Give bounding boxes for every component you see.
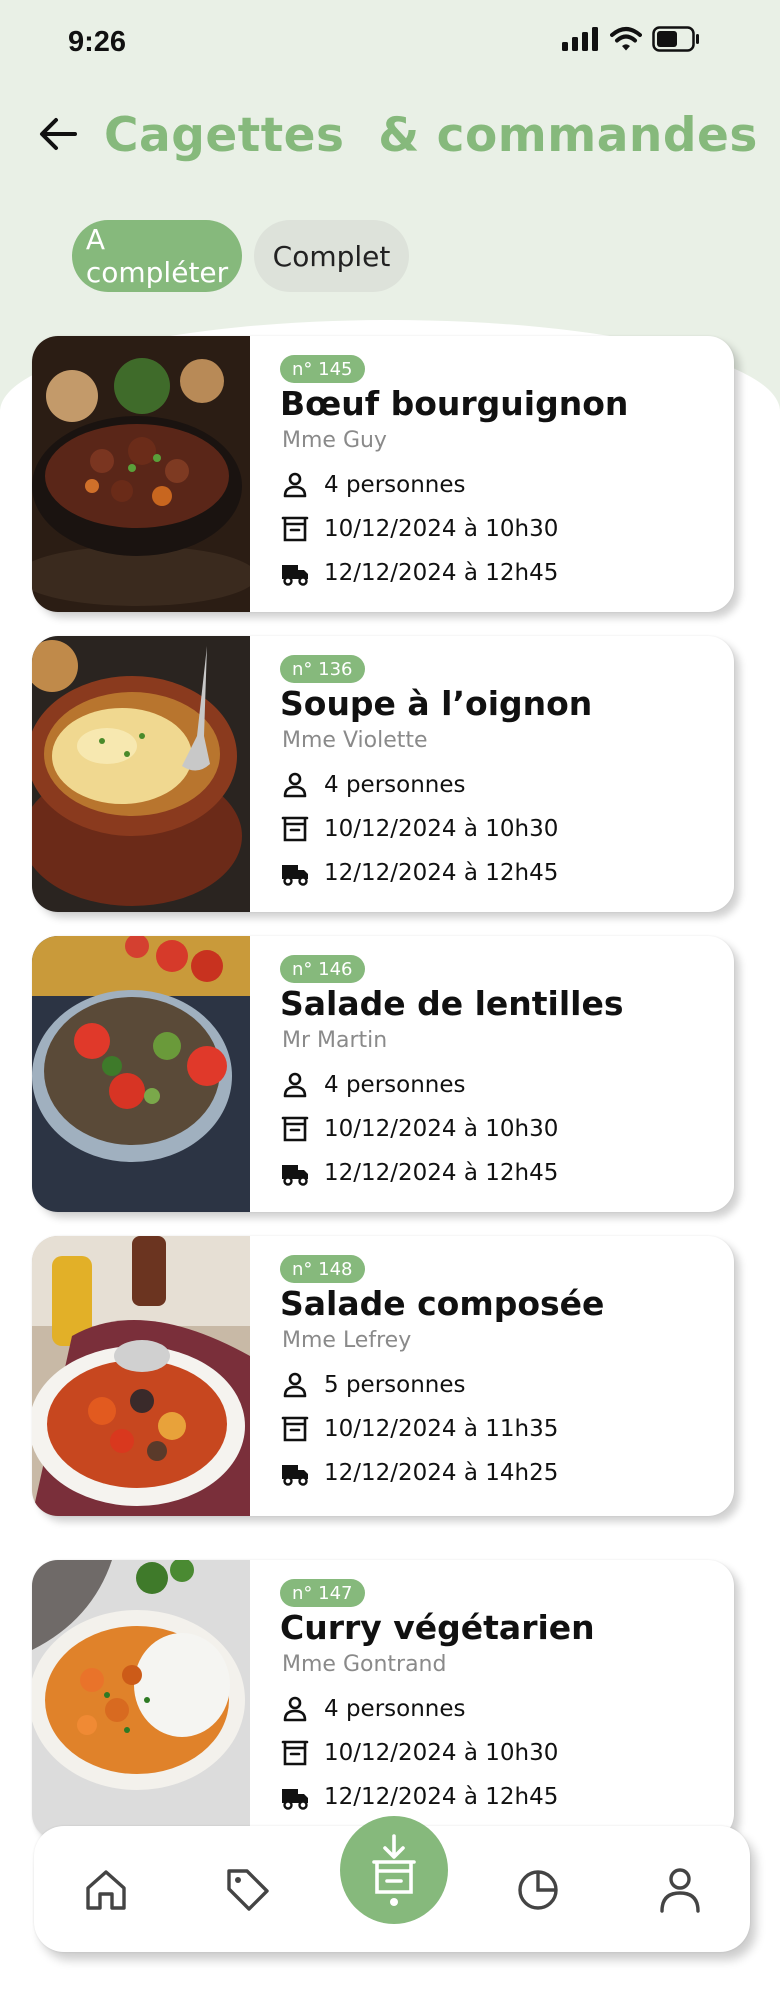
people-count: 4 personnes (324, 1072, 466, 1098)
order-card[interactable]: n° 145 Bœuf bourguignon Mme Guy 4 person… (32, 336, 734, 612)
delivery-row: 12/12/2024 à 12h45 (280, 558, 558, 588)
client-name: Mme Guy (282, 428, 387, 453)
prepared-row: 10/12/2024 à 10h30 (280, 814, 558, 844)
crate-download-icon (372, 1834, 416, 1906)
home-icon (86, 1870, 126, 1910)
order-details: n° 146 Salade de lentilles Mr Martin 4 p… (250, 936, 734, 1212)
curry-image (32, 1560, 250, 1840)
delivery-row: 12/12/2024 à 12h45 (280, 858, 558, 888)
arrow-left-icon (40, 118, 77, 150)
truck-icon (282, 1465, 308, 1486)
truck-icon (282, 565, 308, 586)
client-name: Mme Gontrand (282, 1652, 447, 1677)
battery-icon (652, 26, 699, 52)
nav-tags[interactable] (222, 1864, 274, 1916)
wifi-icon (610, 27, 642, 51)
nav-cagettes[interactable] (340, 1816, 448, 1924)
people-row: 4 personnes (280, 1694, 466, 1724)
order-details: n° 147 Curry végétarien Mme Gontrand 4 p… (250, 1560, 734, 1840)
status-icons (562, 26, 700, 52)
crate-icon (281, 516, 309, 542)
delivery-date: 12/12/2024 à 14h25 (324, 1460, 559, 1486)
crate-icon (281, 1116, 309, 1142)
prepared-date: 10/12/2024 à 10h30 (324, 516, 559, 542)
nav-stats[interactable] (512, 1864, 564, 1916)
crate-icon (281, 1740, 309, 1766)
client-name: Mr Martin (282, 1028, 388, 1053)
filter-tabs: A compléter Complet (72, 220, 409, 292)
dish-name: Bœuf bourguignon (280, 384, 629, 423)
order-number-badge: n° 148 (280, 1255, 365, 1283)
prepared-date: 10/12/2024 à 10h30 (324, 1116, 559, 1142)
person-icon (283, 1696, 307, 1722)
order-card[interactable]: n° 136 Soupe à l’oignon Mme Violette 4 p… (32, 636, 734, 912)
crate-icon (281, 816, 309, 842)
tab-complet[interactable]: Complet (254, 220, 409, 292)
beef-stew-image (32, 336, 250, 612)
dish-name: Soupe à l’oignon (280, 684, 593, 723)
signal-icon (562, 27, 598, 51)
people-row: 5 personnes (280, 1370, 466, 1400)
back-button[interactable] (36, 112, 80, 156)
order-card[interactable]: n° 147 Curry végétarien Mme Gontrand 4 p… (32, 1560, 734, 1840)
page-title: Cagettes & commandes (104, 108, 758, 163)
user-icon (660, 1868, 700, 1913)
delivery-row: 12/12/2024 à 14h25 (280, 1458, 558, 1488)
order-details: n° 136 Soupe à l’oignon Mme Violette 4 p… (250, 636, 734, 912)
people-count: 4 personnes (324, 472, 466, 498)
crate-icon (281, 1416, 309, 1442)
delivery-row: 12/12/2024 à 12h45 (280, 1782, 558, 1812)
client-name: Mme Lefrey (282, 1328, 412, 1353)
order-number-badge: n° 145 (280, 355, 365, 383)
delivery-date: 12/12/2024 à 12h45 (324, 1784, 559, 1810)
mixed-salad-image (32, 1236, 250, 1516)
nav-profile[interactable] (654, 1864, 706, 1916)
status-bar: 9:26 (0, 0, 780, 90)
prepared-row: 10/12/2024 à 11h35 (280, 1414, 558, 1444)
prepared-date: 10/12/2024 à 10h30 (324, 1740, 559, 1766)
bottom-navigation (34, 1816, 750, 1952)
order-card[interactable]: n° 148 Salade composée Mme Lefrey 5 pers… (32, 1236, 734, 1516)
prepared-row: 10/12/2024 à 10h30 (280, 1738, 558, 1768)
people-row: 4 personnes (280, 470, 466, 500)
order-number-badge: n° 147 (280, 1579, 365, 1607)
prepared-date: 10/12/2024 à 10h30 (324, 816, 559, 842)
order-card[interactable]: n° 146 Salade de lentilles Mr Martin 4 p… (32, 936, 734, 1212)
people-row: 4 personnes (280, 1070, 466, 1100)
person-icon (283, 472, 307, 498)
people-row: 4 personnes (280, 770, 466, 800)
client-name: Mme Violette (282, 728, 428, 753)
people-count: 5 personnes (324, 1372, 466, 1398)
order-details: n° 145 Bœuf bourguignon Mme Guy 4 person… (250, 336, 734, 612)
tab-a-completer[interactable]: A compléter (72, 220, 242, 292)
nav-home[interactable] (80, 1864, 132, 1916)
people-count: 4 personnes (324, 772, 466, 798)
person-icon (283, 772, 307, 798)
person-icon (283, 1072, 307, 1098)
delivery-date: 12/12/2024 à 12h45 (324, 560, 559, 586)
onion-soup-image (32, 636, 250, 912)
people-count: 4 personnes (324, 1696, 466, 1722)
truck-icon (282, 1789, 308, 1810)
prepared-row: 10/12/2024 à 10h30 (280, 514, 558, 544)
truck-icon (282, 865, 308, 886)
person-icon (283, 1372, 307, 1398)
order-number-badge: n° 136 (280, 655, 365, 683)
tag-icon (227, 1869, 269, 1911)
truck-icon (282, 1165, 308, 1186)
delivery-row: 12/12/2024 à 12h45 (280, 1158, 558, 1188)
status-time: 9:26 (68, 26, 127, 58)
delivery-date: 12/12/2024 à 12h45 (324, 1160, 559, 1186)
dish-name: Curry végétarien (280, 1608, 595, 1647)
dish-name: Salade composée (280, 1284, 605, 1323)
order-number-badge: n° 146 (280, 955, 365, 983)
pie-chart-icon (518, 1870, 558, 1910)
dish-name: Salade de lentilles (280, 984, 624, 1023)
delivery-date: 12/12/2024 à 12h45 (324, 860, 559, 886)
prepared-date: 10/12/2024 à 11h35 (324, 1416, 559, 1442)
order-details: n° 148 Salade composée Mme Lefrey 5 pers… (250, 1236, 734, 1516)
lentil-salad-image (32, 936, 250, 1212)
prepared-row: 10/12/2024 à 10h30 (280, 1114, 558, 1144)
